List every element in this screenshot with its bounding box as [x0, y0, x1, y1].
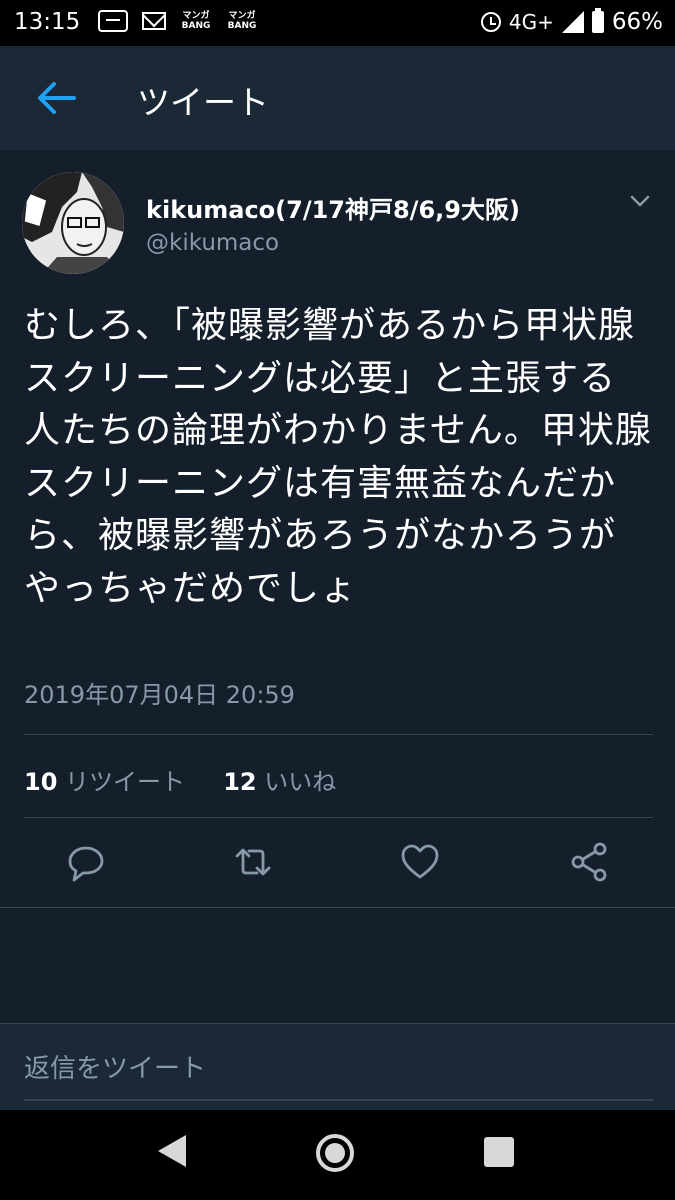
reply-underline — [24, 1099, 653, 1101]
nav-recents-icon[interactable] — [484, 1137, 514, 1167]
battery-icon — [591, 8, 604, 33]
avatar-image — [22, 172, 124, 274]
user-handle[interactable]: @kikumaco — [146, 230, 279, 256]
like-label: いいね — [264, 768, 337, 796]
page-title: ツイート — [137, 83, 269, 122]
manga-bang-icon: マンガ BANG — [181, 11, 211, 31]
display-name[interactable]: kikumaco(7/17神戸8/6,9大阪) — [146, 190, 520, 225]
alarm-icon — [480, 12, 501, 32]
nav-home-icon[interactable] — [316, 1134, 354, 1172]
avatar[interactable] — [22, 172, 124, 274]
retweet-label: リツイート — [65, 768, 186, 796]
share-icon[interactable] — [568, 840, 612, 884]
retweet-icon[interactable] — [231, 840, 275, 884]
like-stat[interactable]: 12 いいね — [223, 768, 336, 796]
like-icon[interactable] — [398, 840, 442, 884]
retweet-stat[interactable]: 10 リツイート — [24, 768, 185, 796]
tweet-timestamp: 2019年07月04日 20:59 — [24, 681, 295, 709]
arrow-left-icon[interactable] — [34, 80, 78, 116]
reply-icon[interactable] — [64, 840, 108, 884]
signal-icon — [561, 11, 584, 33]
android-nav-bar — [0, 1110, 675, 1200]
retweet-count: 10 — [24, 768, 58, 796]
app-notification-icon — [98, 10, 128, 32]
mail-icon — [142, 12, 166, 30]
manga-bang-icon-2: マンガ BANG — [227, 11, 257, 31]
battery-percent: 66% — [611, 9, 663, 35]
like-count: 12 — [223, 768, 257, 796]
reply-input[interactable]: 返信をツイート — [24, 1048, 206, 1085]
network-type: 4G+ — [508, 10, 554, 34]
divider — [24, 734, 653, 735]
reply-bar: 返信をツイート — [0, 1023, 675, 1111]
divider — [0, 907, 675, 908]
status-bar: 13:15 マンガ BANG マンガ BANG 4G+ 66% — [0, 0, 675, 46]
nav-back-icon[interactable] — [158, 1135, 186, 1167]
tweet-stats: 10 リツイート 12 いいね — [24, 762, 336, 797]
divider — [24, 817, 653, 818]
tweet-actions — [0, 840, 675, 890]
status-time: 13:15 — [14, 9, 81, 35]
tweet-text: むしろ、「被曝影響があるから甲状腺スクリーニングは必要」と主張する人たちの論理が… — [24, 305, 652, 609]
chevron-down-icon[interactable] — [628, 192, 652, 210]
app-header: ツイート — [0, 46, 675, 150]
